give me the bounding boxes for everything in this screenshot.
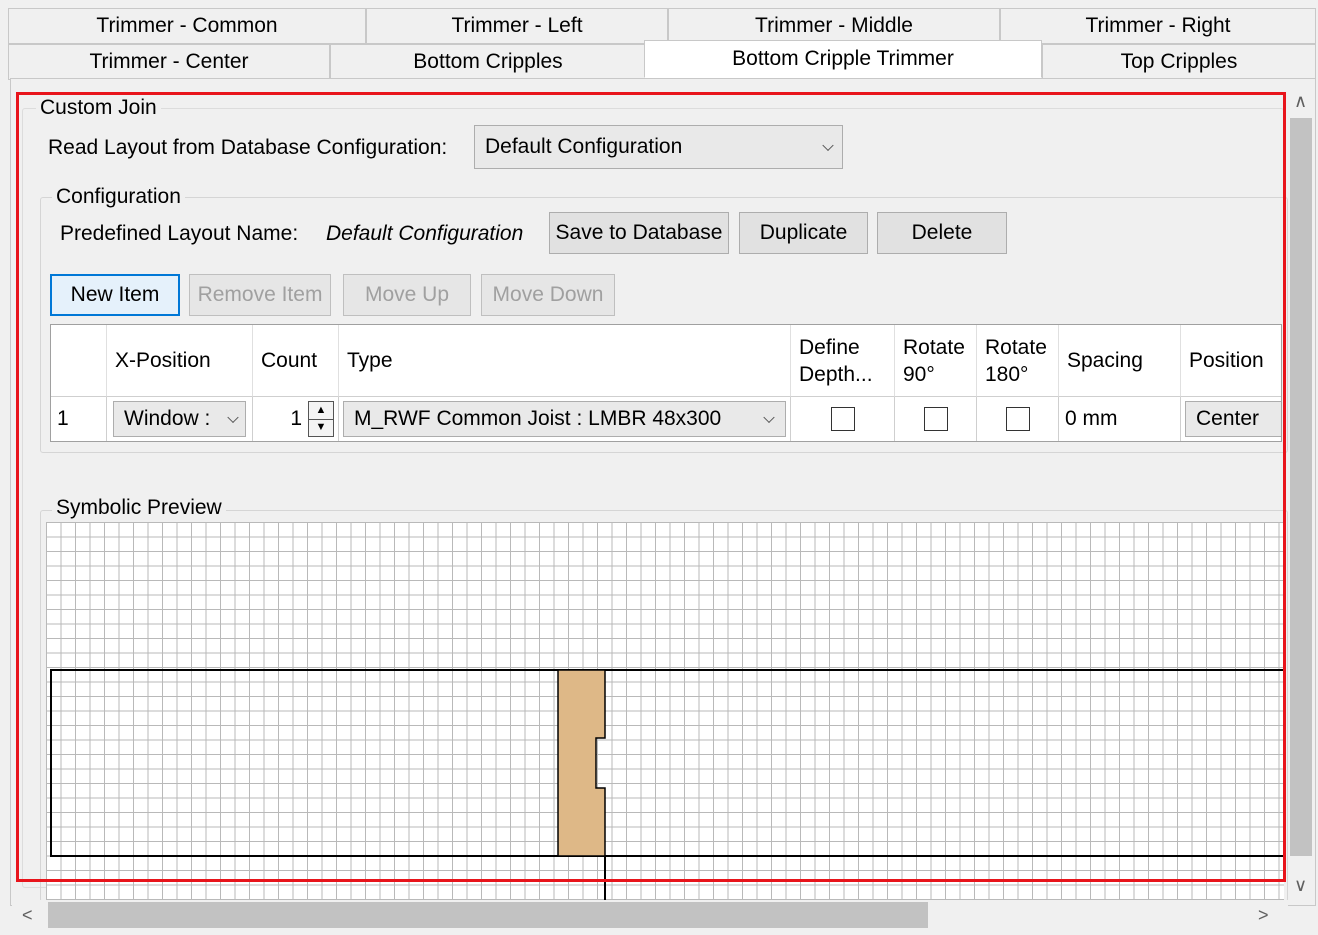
horizontal-scrollbar[interactable]: < >: [12, 900, 1288, 930]
tab-label: Top Cripples: [1120, 50, 1238, 73]
position-value: Center: [1196, 407, 1260, 430]
cripple-trimmer-member: [557, 669, 606, 857]
preview-drawing: [50, 669, 1284, 902]
tab-trimmer-center[interactable]: Trimmer - Center: [8, 44, 330, 80]
tab-label: Trimmer - Right: [1085, 14, 1231, 37]
define-depth-checkbox[interactable]: [830, 407, 855, 431]
header-define-depth: Define Depth...: [791, 325, 895, 397]
scroll-right-icon[interactable]: >: [1258, 906, 1269, 924]
read-layout-label: Read Layout from Database Configuration:: [48, 136, 448, 159]
count-value: 1: [290, 407, 302, 430]
header-define-depth-line2: Depth...: [799, 362, 873, 386]
position-dropdown[interactable]: Center: [1185, 401, 1281, 437]
header-position: Position: [1181, 325, 1281, 397]
read-layout-dropdown[interactable]: Default Configuration: [474, 125, 843, 169]
count-stepper[interactable]: ▲ ▼: [308, 401, 334, 437]
type-value: M_RWF Common Joist : LMBR 48x300: [354, 407, 722, 430]
vertical-scrollbar[interactable]: ∧ ∨: [1288, 88, 1314, 904]
new-item-button[interactable]: New Item: [50, 274, 180, 316]
scroll-left-icon[interactable]: <: [22, 906, 33, 924]
cell-rotate-180[interactable]: [977, 397, 1059, 441]
scroll-up-icon[interactable]: ∧: [1294, 92, 1307, 110]
row-header-corner: [51, 325, 107, 397]
predefined-layout-value: Default Configuration: [326, 222, 524, 245]
cell-type[interactable]: M_RWF Common Joist : LMBR 48x300: [339, 397, 791, 441]
row-index[interactable]: 1: [51, 397, 107, 441]
tab-label: Trimmer - Left: [451, 14, 583, 37]
delete-button[interactable]: Delete: [877, 212, 1007, 254]
header-rotate-90-line1: Rotate: [903, 335, 965, 359]
symbolic-preview-title: Symbolic Preview: [52, 496, 226, 520]
cell-rotate-90[interactable]: [895, 397, 977, 441]
configuration-title: Configuration: [52, 185, 185, 209]
tab-label: Trimmer - Common: [96, 14, 278, 37]
header-spacing: Spacing: [1059, 325, 1181, 397]
header-rotate-180-line1: Rotate: [985, 335, 1047, 359]
read-layout-value: Default Configuration: [485, 135, 683, 158]
tab-top-cripples[interactable]: Top Cripples: [1042, 44, 1316, 80]
header-define-depth-line1: Define: [799, 335, 860, 359]
cell-define-depth[interactable]: [791, 397, 895, 441]
vertical-scroll-thumb[interactable]: [1290, 118, 1312, 856]
tab-label: Bottom Cripples: [413, 50, 563, 73]
horizontal-scroll-thumb[interactable]: [48, 902, 928, 928]
header-rotate-90: Rotate 90°: [895, 325, 977, 397]
header-type: Type: [339, 325, 791, 397]
chevron-down-icon: [227, 411, 239, 424]
tab-trimmer-left[interactable]: Trimmer - Left: [366, 8, 668, 44]
x-position-dropdown[interactable]: Window :: [113, 401, 246, 437]
type-dropdown[interactable]: M_RWF Common Joist : LMBR 48x300: [343, 401, 786, 437]
header-rotate-90-line2: 90°: [903, 362, 935, 386]
tab-trimmer-middle[interactable]: Trimmer - Middle: [668, 8, 1000, 44]
header-count: Count: [253, 325, 339, 397]
custom-join-title: Custom Join: [36, 96, 161, 120]
tab-bottom-cripples[interactable]: Bottom Cripples: [330, 44, 646, 80]
move-up-button[interactable]: Move Up: [343, 274, 471, 316]
rotate-90-checkbox[interactable]: [923, 407, 948, 431]
cell-position[interactable]: Center: [1181, 397, 1281, 441]
header-rotate-180: Rotate 180°: [977, 325, 1059, 397]
wall-outline: [50, 669, 1284, 857]
chevron-down-icon: [763, 411, 775, 424]
tab-trimmer-right[interactable]: Trimmer - Right: [1000, 8, 1316, 44]
symbolic-preview-canvas: [46, 522, 1284, 902]
x-position-value: Window :: [124, 407, 211, 430]
layout-table: X-Position Count Type Define Depth... Ro…: [50, 324, 1282, 442]
stepper-up-icon[interactable]: ▲: [309, 402, 333, 420]
rotate-180-checkbox[interactable]: [1005, 407, 1030, 431]
tab-label: Trimmer - Middle: [755, 14, 913, 37]
stepper-down-icon[interactable]: ▼: [309, 420, 333, 437]
chevron-down-icon: [822, 139, 834, 152]
cell-count[interactable]: 1 ▲ ▼: [253, 397, 339, 441]
move-down-button[interactable]: Move Down: [481, 274, 615, 316]
save-to-database-button[interactable]: Save to Database: [549, 212, 729, 254]
header-rotate-180-line2: 180°: [985, 362, 1029, 386]
tab-label: Bottom Cripple Trimmer: [732, 47, 954, 70]
tab-trimmer-common[interactable]: Trimmer - Common: [8, 8, 366, 44]
predefined-layout-label: Predefined Layout Name:: [60, 222, 299, 245]
remove-item-button[interactable]: Remove Item: [189, 274, 331, 316]
scroll-down-icon[interactable]: ∨: [1294, 876, 1307, 894]
cell-spacing[interactable]: 0 mm: [1059, 397, 1181, 441]
header-x-position: X-Position: [107, 325, 253, 397]
cell-x-position[interactable]: Window :: [107, 397, 253, 441]
duplicate-button[interactable]: Duplicate: [739, 212, 868, 254]
tab-label: Trimmer - Center: [89, 50, 249, 73]
tab-bottom-cripple-trimmer[interactable]: Bottom Cripple Trimmer: [644, 40, 1042, 78]
